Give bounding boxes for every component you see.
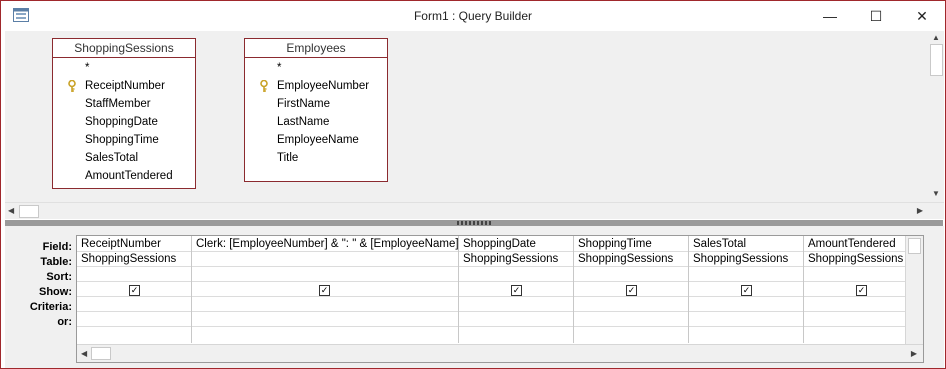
scroll-up-icon[interactable]: ▲ (932, 34, 940, 42)
field-item[interactable]: * (277, 62, 281, 74)
field-item[interactable]: Title (277, 152, 298, 164)
grid-column[interactable]: AmountTendered ShoppingSessions ✓ (804, 236, 905, 343)
field-cell[interactable]: ShoppingTime (578, 238, 652, 250)
scroll-thumb[interactable] (908, 238, 921, 254)
grid-column[interactable]: SalesTotal ShoppingSessions ✓ (689, 236, 804, 343)
field-item[interactable]: LastName (277, 116, 329, 128)
scroll-left-icon[interactable]: ◀ (81, 350, 87, 358)
table-title[interactable]: Employees (245, 39, 387, 58)
checkbox-checked-icon: ✓ (130, 285, 139, 295)
checkbox-checked-icon: ✓ (627, 285, 636, 295)
close-icon: ✕ (916, 7, 928, 24)
scroll-right-icon[interactable]: ▶ (917, 207, 923, 215)
grid-column[interactable]: ShoppingDate ShoppingSessions ✓ (459, 236, 574, 343)
splitter-grip-icon[interactable] (457, 221, 493, 225)
field-cell[interactable]: ReceiptNumber (81, 238, 161, 250)
query-design-grid[interactable]: ReceiptNumber ShoppingSessions ✓ Clerk: … (76, 235, 924, 363)
grid-vertical-scrollbar[interactable] (905, 236, 923, 344)
field-item[interactable]: AmountTendered (85, 170, 173, 182)
scroll-down-icon[interactable]: ▼ (932, 190, 940, 198)
table-cell[interactable]: ShoppingSessions (808, 253, 903, 265)
show-checkbox[interactable]: ✓ (626, 285, 637, 296)
field-item[interactable]: ShoppingDate (85, 116, 158, 128)
field-item[interactable]: FirstName (277, 98, 330, 110)
grid-horizontal-scrollbar[interactable]: ◀ ▶ (77, 344, 923, 362)
field-item[interactable]: ReceiptNumber (85, 80, 165, 92)
row-label-criteria: Criteria: (29, 301, 72, 313)
row-label-sort: Sort: (46, 271, 72, 283)
field-cell[interactable]: AmountTendered (808, 238, 896, 250)
diagram-horizontal-scrollbar[interactable]: ◀ ▶ (5, 202, 944, 219)
grid-column[interactable]: ShoppingTime ShoppingSessions ✓ (574, 236, 689, 343)
scroll-right-icon[interactable]: ▶ (911, 350, 917, 358)
table-cell[interactable]: ShoppingSessions (81, 253, 176, 265)
field-cell[interactable]: SalesTotal (693, 238, 746, 250)
field-item[interactable]: ShoppingTime (85, 134, 159, 146)
query-builder-window: Form1 : Query Builder — ☐ ✕ ShoppingSess… (0, 0, 946, 369)
show-checkbox[interactable]: ✓ (511, 285, 522, 296)
show-checkbox[interactable]: ✓ (741, 285, 752, 296)
table-cell[interactable]: ShoppingSessions (578, 253, 673, 265)
design-grid-pane: Field: Table: Sort: Show: Criteria: or: … (5, 226, 944, 368)
table-employees[interactable]: Employees * EmployeeNumber FirstName Las… (244, 38, 388, 182)
scroll-left-icon[interactable]: ◀ (8, 207, 14, 215)
title-bar[interactable]: Form1 : Query Builder — ☐ ✕ (1, 1, 945, 31)
field-item[interactable]: SalesTotal (85, 152, 138, 164)
primary-key-icon (260, 80, 268, 92)
minimize-button[interactable]: — (807, 1, 853, 31)
show-checkbox[interactable]: ✓ (319, 285, 330, 296)
scroll-thumb[interactable] (91, 347, 111, 360)
field-item[interactable]: EmployeeNumber (277, 80, 369, 92)
window-title: Form1 : Query Builder (413, 9, 533, 23)
maximize-icon: ☐ (869, 7, 883, 24)
close-button[interactable]: ✕ (899, 1, 945, 31)
field-cell[interactable]: Clerk: [EmployeeNumber] & ": " & [Employ… (196, 238, 459, 250)
checkbox-checked-icon: ✓ (320, 285, 329, 295)
row-label-field: Field: (42, 241, 72, 253)
row-label-show: Show: (39, 286, 72, 298)
checkbox-checked-icon: ✓ (857, 285, 866, 295)
checkbox-checked-icon: ✓ (742, 285, 751, 295)
scroll-thumb[interactable] (930, 44, 943, 76)
maximize-button[interactable]: ☐ (853, 1, 899, 31)
field-item[interactable]: EmployeeName (277, 134, 359, 146)
table-shoppingsessions[interactable]: ShoppingSessions * ReceiptNumber StaffMe… (52, 38, 196, 189)
minimize-icon: — (823, 8, 837, 24)
table-diagram-pane[interactable]: ShoppingSessions * ReceiptNumber StaffMe… (5, 31, 944, 219)
field-cell[interactable]: ShoppingDate (463, 238, 536, 250)
primary-key-icon (68, 80, 76, 92)
show-checkbox[interactable]: ✓ (856, 285, 867, 296)
grid-column[interactable]: ReceiptNumber ShoppingSessions ✓ (77, 236, 192, 343)
row-label-or: or: (57, 316, 72, 328)
scroll-thumb[interactable] (19, 205, 39, 218)
table-cell[interactable]: ShoppingSessions (463, 253, 558, 265)
field-item[interactable]: StaffMember (85, 98, 151, 110)
show-checkbox[interactable]: ✓ (129, 285, 140, 296)
table-cell[interactable]: ShoppingSessions (693, 253, 788, 265)
checkbox-checked-icon: ✓ (512, 285, 521, 295)
grid-column[interactable]: Clerk: [EmployeeNumber] & ": " & [Employ… (192, 236, 459, 343)
table-title[interactable]: ShoppingSessions (53, 39, 195, 58)
diagram-vertical-scrollbar[interactable]: ▲ ▼ (928, 31, 944, 201)
row-label-table: Table: (40, 256, 72, 268)
field-item[interactable]: * (85, 62, 89, 74)
